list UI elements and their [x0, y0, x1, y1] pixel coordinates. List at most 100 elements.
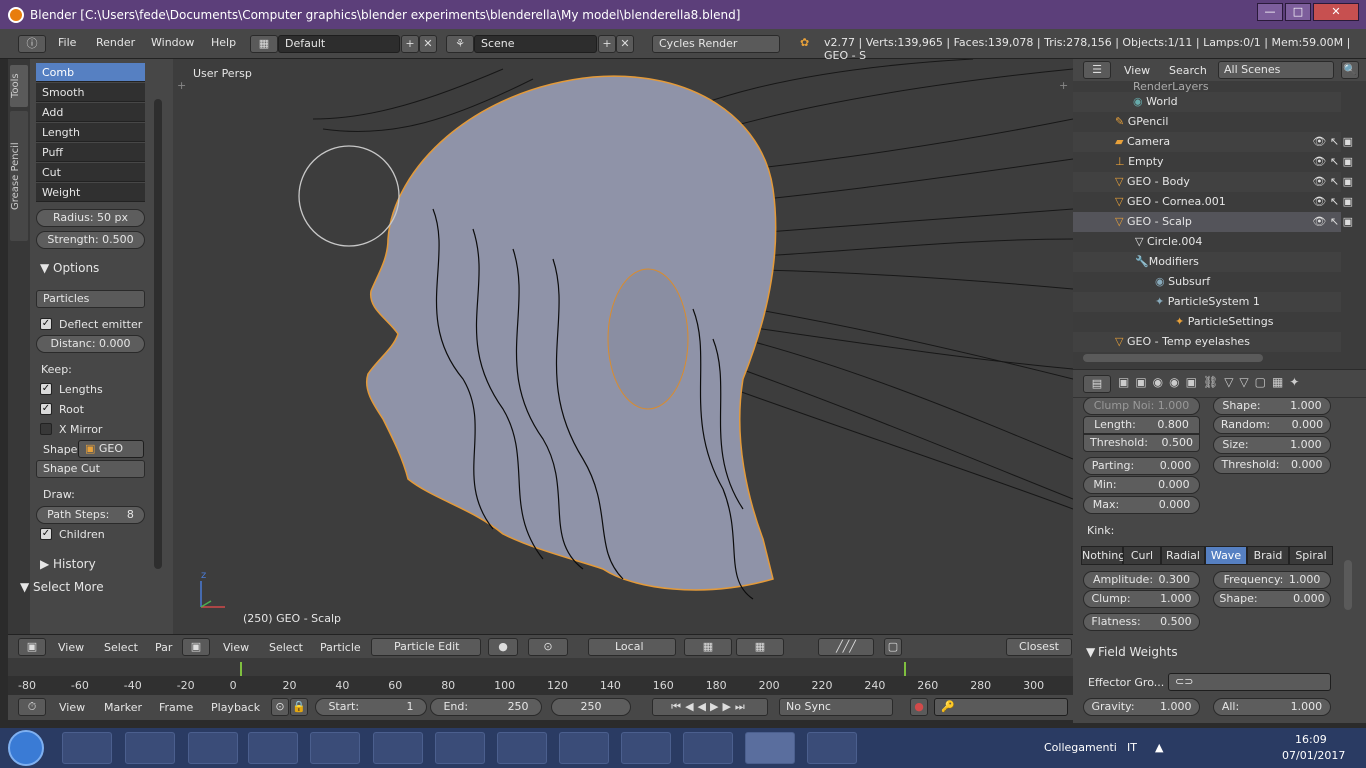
screen-layout-icon[interactable]: ▦ [250, 35, 278, 53]
scene-icon[interactable]: ⚘ [446, 35, 474, 53]
outliner-hscrollbar[interactable] [1083, 354, 1263, 362]
viewport-editor-type-icon[interactable]: ▣ [182, 638, 210, 656]
taskbar-blender-icon[interactable] [745, 732, 795, 764]
current-frame-field[interactable]: 250 [551, 698, 631, 716]
brush-smooth[interactable]: Smooth [36, 83, 145, 102]
brush-puff[interactable]: Puff [36, 143, 145, 162]
taskbar-chrome-icon[interactable] [621, 732, 671, 764]
taskbar-media-icon[interactable] [62, 732, 112, 764]
menu-render[interactable]: Render [96, 36, 135, 49]
remove-scene-icon[interactable]: ✕ [616, 35, 634, 53]
render-engine-select[interactable]: Cycles Render [652, 35, 780, 53]
preview-range-icon[interactable]: ⊙ [271, 698, 289, 716]
maximize-button[interactable]: □ [1285, 3, 1311, 21]
taskbar-gimp-icon[interactable] [188, 732, 238, 764]
add-scene-icon[interactable]: + [598, 35, 616, 53]
timeline-editor-type-icon[interactable]: ⏱ [18, 698, 46, 716]
xmirror-checkbox[interactable] [40, 423, 52, 435]
clump-field[interactable]: Clump: 1.000 [1083, 590, 1200, 608]
select-more-toggle-icon[interactable]: ▼ [20, 580, 29, 594]
children-checkbox[interactable]: ✓ [40, 528, 52, 540]
taskbar-spotify-icon[interactable] [497, 732, 547, 764]
3d-viewport[interactable]: User Persp z (250) GEO - Scalp + + [173, 59, 1073, 634]
properties-scrollbar[interactable] [1344, 560, 1352, 610]
radius-field[interactable]: Radius: 50 px [36, 209, 145, 227]
shape-object-field[interactable]: ▣ GEO [78, 440, 144, 458]
record-icon[interactable]: ● [910, 698, 928, 716]
toolshelf-scrollbar[interactable] [154, 99, 162, 569]
timeline-view-menu[interactable]: View [59, 701, 85, 714]
outliner-search-icon[interactable]: 🔍 [1341, 61, 1359, 79]
timeline-marker-menu[interactable]: Marker [104, 701, 142, 714]
add-layout-icon[interactable]: + [401, 35, 419, 53]
kink-tab-curl[interactable]: Curl [1123, 546, 1161, 565]
field-weights-header[interactable]: Field Weights [1098, 645, 1178, 659]
tab-grease-pencil[interactable]: Grease Pencil [10, 111, 28, 241]
clump-noise-field[interactable]: Clump Noi: 1.000 [1083, 397, 1200, 415]
menu-help[interactable]: Help [211, 36, 236, 49]
history-toggle-icon[interactable]: ▶ [40, 557, 49, 571]
view-menu[interactable]: View [223, 641, 249, 654]
taskbar-photos-icon[interactable] [373, 732, 423, 764]
kink-tab-radial[interactable]: Radial [1161, 546, 1205, 565]
lock-icon[interactable]: 🔒 [290, 698, 308, 716]
shape2-field[interactable]: Shape: 0.000 [1213, 590, 1331, 608]
select-menu[interactable]: Select [269, 641, 303, 654]
threshold2-field[interactable]: Threshold: 0.000 [1213, 456, 1331, 474]
parting-field[interactable]: Parting: 0.000 [1083, 457, 1200, 475]
sync-dropdown[interactable]: No Sync [779, 698, 893, 716]
effector-group-field[interactable]: ⊂⊃ [1168, 673, 1331, 691]
flatness-field[interactable]: Flatness: 0.500 [1083, 613, 1200, 631]
outliner-search-menu[interactable]: Search [1169, 64, 1207, 77]
layers-grid-icon[interactable]: ▦ [684, 638, 732, 656]
kink-tab-wave[interactable]: Wave [1205, 546, 1247, 565]
start-button[interactable] [8, 730, 44, 766]
distance-field[interactable]: Distanc: 0.000 [36, 335, 145, 353]
strength-field[interactable]: Strength: 0.500 [36, 231, 145, 249]
snap-target-dropdown[interactable]: Closest [1006, 638, 1072, 656]
taskbar-links-label[interactable]: Collegamenti [1044, 741, 1117, 754]
mode-select[interactable]: Particles [36, 290, 145, 308]
menu-file[interactable]: File [58, 36, 76, 49]
brush-comb[interactable]: Comb [36, 63, 145, 82]
deflect-checkbox[interactable]: ✓ [40, 318, 52, 330]
gravity-field[interactable]: Gravity: 1.000 [1083, 698, 1200, 716]
kink-tab-braid[interactable]: Braid [1247, 546, 1289, 565]
taskbar-explorer-icon[interactable] [248, 732, 298, 764]
max-field[interactable]: Max: 0.000 [1083, 496, 1200, 514]
taskbar-paint-icon[interactable] [807, 732, 857, 764]
taskbar-language[interactable]: IT [1127, 741, 1137, 754]
tray-expand-icon[interactable]: ▲ [1155, 741, 1163, 754]
length-field[interactable]: Length: 0.800 [1083, 416, 1200, 434]
properties-expand-icon[interactable]: + [1059, 79, 1068, 92]
outliner-row-gpencil[interactable]: ✎ GPencil [1073, 112, 1341, 132]
info-editor-type-icon[interactable]: ⓘ [18, 35, 46, 53]
shading-icon[interactable]: ● [488, 638, 518, 656]
outliner-visibility-icons[interactable]: 👁 ↖ ▣ 👁 ↖ ▣ 👁 ↖ ▣ 👁 ↖ ▣ 👁 ↖ ▣ [1283, 132, 1353, 352]
outliner-row-world[interactable]: ◉ World [1073, 92, 1341, 112]
threshold-field[interactable]: Threshold: 0.500 [1083, 434, 1200, 452]
brush-length[interactable]: Length [36, 123, 145, 142]
taskbar-office-icon[interactable] [435, 732, 485, 764]
field-weights-toggle-icon[interactable]: ▼ [1086, 645, 1095, 659]
properties-editor-type-icon[interactable]: ▤ [1083, 375, 1111, 393]
lengths-checkbox[interactable]: ✓ [40, 383, 52, 395]
taskbar-md-icon[interactable] [559, 732, 609, 764]
all-field[interactable]: All: 1.000 [1213, 698, 1331, 716]
remove-layout-icon[interactable]: ✕ [419, 35, 437, 53]
history-header[interactable]: History [53, 557, 96, 571]
left-editor-type-icon[interactable]: ▣ [18, 638, 46, 656]
mode-dropdown[interactable]: Particle Edit [371, 638, 481, 656]
minimize-button[interactable]: — [1257, 3, 1283, 21]
kink-tab-nothing[interactable]: Nothing [1081, 546, 1125, 565]
limit-selection-icon[interactable]: ▢ [884, 638, 902, 656]
tab-tools[interactable]: Tools [10, 65, 28, 107]
taskbar-ie-icon[interactable] [125, 732, 175, 764]
brush-weight[interactable]: Weight [36, 183, 145, 202]
timeline-playback-menu[interactable]: Playback [211, 701, 260, 714]
size-field[interactable]: Size: 1.000 [1213, 436, 1331, 454]
amplitude-field[interactable]: Amplitude: 0.300 [1083, 571, 1200, 589]
min-field[interactable]: Min: 0.000 [1083, 476, 1200, 494]
close-button[interactable]: ✕ [1313, 3, 1359, 21]
kink-tab-spiral[interactable]: Spiral [1289, 546, 1333, 565]
